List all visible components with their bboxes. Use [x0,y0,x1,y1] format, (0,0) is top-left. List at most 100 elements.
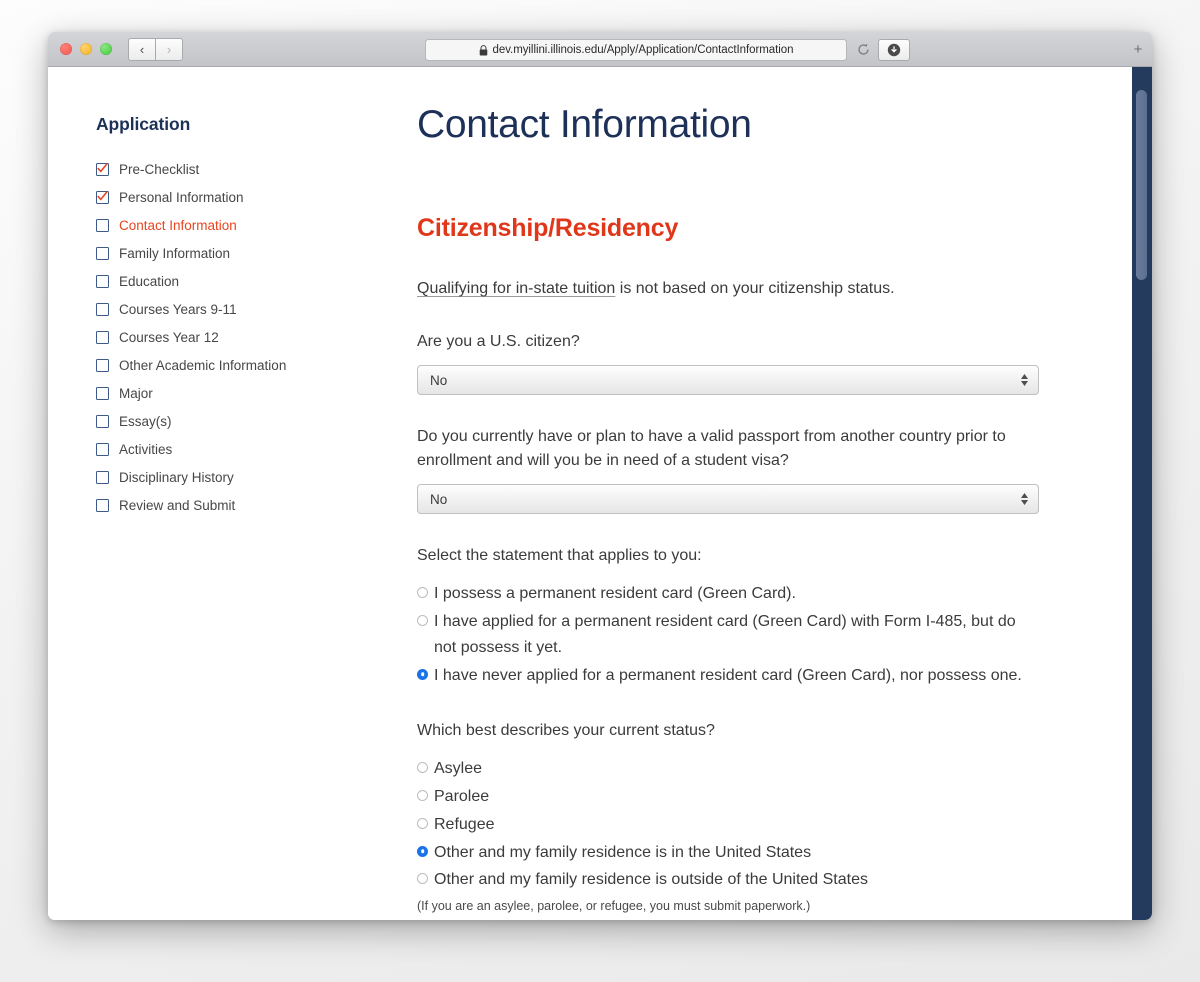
radio-empty-icon[interactable] [417,587,428,599]
radio-option-label: I possess a permanent resident card (Gre… [434,585,796,603]
main-content: Contact Information Citizenship/Residenc… [373,67,1152,920]
sidebar-item-courses-years-9-11[interactable]: Courses Years 9-11 [96,295,373,323]
desktop-background: ‹ › dev.myillini.illinois.edu/Apply/Appl… [0,0,1200,982]
sidebar-item-activities[interactable]: Activities [96,435,373,463]
checkbox-empty-icon[interactable] [96,358,109,372]
checkbox-empty-icon[interactable] [96,274,109,288]
address-bar[interactable]: dev.myillini.illinois.edu/Apply/Applicat… [425,39,847,61]
chevron-left-icon: ‹ [139,41,145,57]
radio-empty-icon[interactable] [417,789,428,801]
sidebar-item-courses-year-12[interactable]: Courses Year 12 [96,323,373,351]
sidebar-item-label: Major [119,385,153,401]
sidebar-item-education[interactable]: Education [96,267,373,295]
checkbox-empty-icon[interactable] [96,302,109,316]
forward-button[interactable]: › [155,37,183,61]
page-scrollbar-thumb[interactable] [1136,90,1147,280]
radio-empty-icon[interactable] [417,761,428,773]
sidebar-item-label: Courses Years 9-11 [119,301,237,317]
passport-select[interactable]: No [417,484,1039,515]
checkbox-empty-icon[interactable] [96,218,109,232]
radio-empty-icon[interactable] [417,817,428,829]
reload-icon [857,43,869,55]
zoom-button[interactable] [100,43,112,55]
radio-option-label: I have never applied for a permanent res… [434,666,1022,684]
navigation-buttons: ‹ › [128,37,183,61]
application-sidebar: Application Pre-Checklist Personal Inform… [48,67,373,920]
sidebar-item-label: Personal Information [119,189,244,205]
page-content: Application Pre-Checklist Personal Inform… [48,67,1152,920]
checkbox-checked-icon[interactable] [96,190,109,204]
reload-button[interactable] [854,40,872,58]
statement-radio-group: I possess a permanent resident card (Gre… [417,581,1152,689]
radio-selected-icon[interactable] [417,845,428,857]
new-tab-button[interactable]: + [1124,32,1152,66]
sidebar-item-pre-checklist[interactable]: Pre-Checklist [96,155,373,183]
sidebar-item-label: Education [119,273,180,289]
sidebar-item-family-information[interactable]: Family Information [96,239,373,267]
radio-option[interactable]: I have never applied for a permanent res… [417,663,1152,689]
statement-question-label: Select the statement that applies to you… [417,547,702,565]
sidebar-item-label: Disciplinary History [119,469,234,485]
sidebar-nav-list: Pre-Checklist Personal Information Contact… [72,155,373,519]
checkbox-checked-icon[interactable] [96,162,109,176]
radio-option[interactable]: Parolee [417,784,1152,810]
url-text: dev.myillini.illinois.edu/Apply/Applicat… [492,44,794,56]
sidebar-item-other-academic-information[interactable]: Other Academic Information [96,351,373,379]
radio-selected-icon[interactable] [417,668,428,680]
radio-option[interactable]: Refugee [417,812,1152,838]
citizen-select[interactable]: No [417,365,1039,396]
sidebar-item-label: Activities [119,441,173,457]
download-button[interactable] [878,39,910,61]
checkbox-empty-icon[interactable] [96,414,109,428]
sidebar-item-contact-information[interactable]: Contact Information [96,211,373,239]
radio-option-label: Refugee [434,815,495,833]
radio-option[interactable]: I have applied for a permanent resident … [417,609,1152,661]
checkbox-empty-icon[interactable] [96,470,109,484]
page-scrollbar-track[interactable] [1132,67,1152,920]
sidebar-item-label: Family Information [119,245,231,261]
plus-icon: + [1133,40,1143,58]
sidebar-item-major[interactable]: Major [96,379,373,407]
passport-select-value: No [430,491,448,507]
radio-option-label: Other and my family residence is in the … [434,843,812,861]
radio-option-label: Asylee [434,759,483,777]
sidebar-item-disciplinary-history[interactable]: Disciplinary History [96,463,373,491]
citizen-question-label: Are you a U.S. citizen? [417,333,580,351]
checkbox-empty-icon[interactable] [96,498,109,512]
select-stepper-icon [1021,493,1028,506]
sidebar-item-label: Pre-Checklist [119,161,200,177]
sidebar-item-label: Courses Year 12 [119,329,219,345]
back-button[interactable]: ‹ [128,37,155,61]
status-helper-note: (If you are an asylee, parolee, or refug… [417,899,811,914]
intro-rest-text: is not based on your citizenship status. [615,280,895,297]
sidebar-item-review-and-submit[interactable]: Review and Submit [96,491,373,519]
intro-text: Qualifying for in-state tuition is not b… [417,277,1152,300]
sidebar-item-personal-information[interactable]: Personal Information [96,183,373,211]
sidebar-item-label: Contact Information [119,217,237,233]
radio-option[interactable]: Asylee [417,756,1152,782]
sidebar-item-essay-s[interactable]: Essay(s) [96,407,373,435]
download-icon [887,43,901,57]
radio-option-label: I have applied for a permanent resident … [434,613,1016,656]
radio-empty-icon[interactable] [417,873,428,885]
minimize-button[interactable] [80,43,92,55]
radio-option[interactable]: Other and my family residence is outside… [417,867,1152,893]
window-controls [60,43,112,55]
sidebar-item-label: Review and Submit [119,497,236,513]
close-button[interactable] [60,43,72,55]
checkbox-empty-icon[interactable] [96,386,109,400]
radio-empty-icon[interactable] [417,615,428,627]
status-question-label: Which best describes your current status… [417,721,715,739]
sidebar-item-label: Other Academic Information [119,357,287,373]
status-radio-group: Asylee Parolee Refugee Other and my family … [417,756,1152,894]
section-title: Citizenship/Residency [417,214,679,242]
in-state-tuition-link[interactable]: Qualifying for in-state tuition [417,280,615,297]
passport-question-label: Do you currently have or plan to have a … [417,428,1006,470]
select-stepper-icon [1021,374,1028,387]
checkbox-empty-icon[interactable] [96,246,109,260]
browser-toolbar: ‹ › dev.myillini.illinois.edu/Apply/Appl… [48,32,1152,67]
radio-option[interactable]: I possess a permanent resident card (Gre… [417,581,1152,607]
checkbox-empty-icon[interactable] [96,442,109,456]
radio-option[interactable]: Other and my family residence is in the … [417,840,1152,866]
checkbox-empty-icon[interactable] [96,330,109,344]
